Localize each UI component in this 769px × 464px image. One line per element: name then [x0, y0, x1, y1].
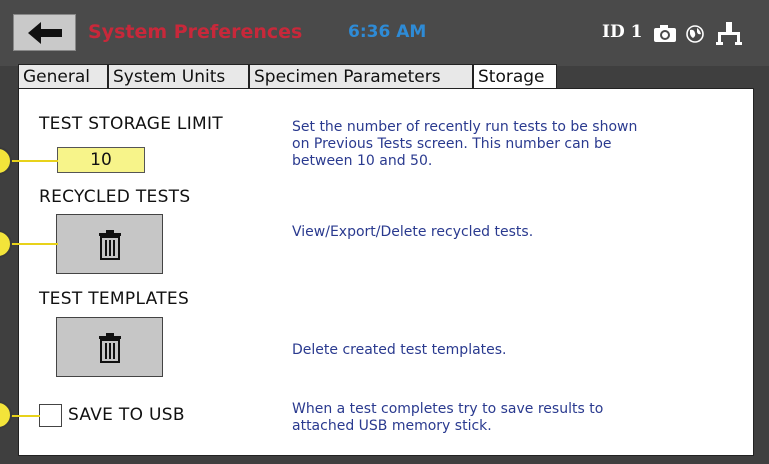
description-line: between 10 and 50. — [292, 153, 433, 169]
page-title: System Preferences — [88, 21, 303, 43]
recycled-tests-description: View/Export/Delete recycled tests. — [292, 224, 534, 240]
app-window: System Preferences 6:36 AM ID 1 General — [0, 0, 769, 464]
trash-icon — [99, 333, 121, 363]
description-line: Set the number of recently run tests to … — [292, 119, 638, 135]
description-line: attached USB memory stick. — [292, 418, 492, 434]
save-to-usb-description: When a test completes try to save result… — [292, 401, 603, 435]
save-to-usb-label: SAVE TO USB — [68, 405, 185, 425]
test-storage-limit-description: Set the number of recently run tests to … — [292, 119, 637, 170]
test-templates-button[interactable] — [56, 317, 163, 377]
tab-specimen-parameters[interactable]: Specimen Parameters — [249, 64, 473, 89]
callout-marker — [0, 147, 12, 175]
clock-time: 6:36 AM — [348, 22, 427, 42]
callout-line — [8, 415, 40, 417]
recycled-tests-button[interactable] — [56, 214, 163, 274]
trash-icon — [99, 230, 121, 260]
callout-line — [8, 243, 58, 245]
tab-system-units[interactable]: System Units — [108, 64, 249, 89]
camera-icon[interactable] — [654, 25, 676, 42]
usb-icon[interactable] — [716, 22, 742, 46]
callout-marker — [0, 401, 12, 429]
callout-marker — [0, 230, 12, 258]
description-line: When a test completes try to save result… — [292, 401, 604, 417]
header-bar: System Preferences 6:36 AM ID 1 — [0, 0, 769, 66]
description-line: on Previous Tests screen. This number ca… — [292, 136, 612, 152]
test-templates-label: TEST TEMPLATES — [39, 289, 190, 309]
test-templates-description: Delete created test templates. — [292, 342, 507, 358]
tab-general[interactable]: General — [18, 64, 108, 89]
callout-line — [8, 160, 58, 162]
station-id: ID 1 — [602, 22, 643, 42]
globe-icon[interactable] — [686, 25, 704, 43]
recycled-tests-label: RECYCLED TESTS — [39, 187, 191, 207]
tab-storage[interactable]: Storage — [473, 64, 557, 91]
back-arrow-icon — [28, 22, 62, 44]
test-storage-limit-label: TEST STORAGE LIMIT — [39, 114, 223, 134]
test-storage-limit-input[interactable]: 10 — [57, 147, 145, 173]
save-to-usb-checkbox[interactable] — [39, 404, 62, 427]
back-button[interactable] — [13, 14, 76, 51]
